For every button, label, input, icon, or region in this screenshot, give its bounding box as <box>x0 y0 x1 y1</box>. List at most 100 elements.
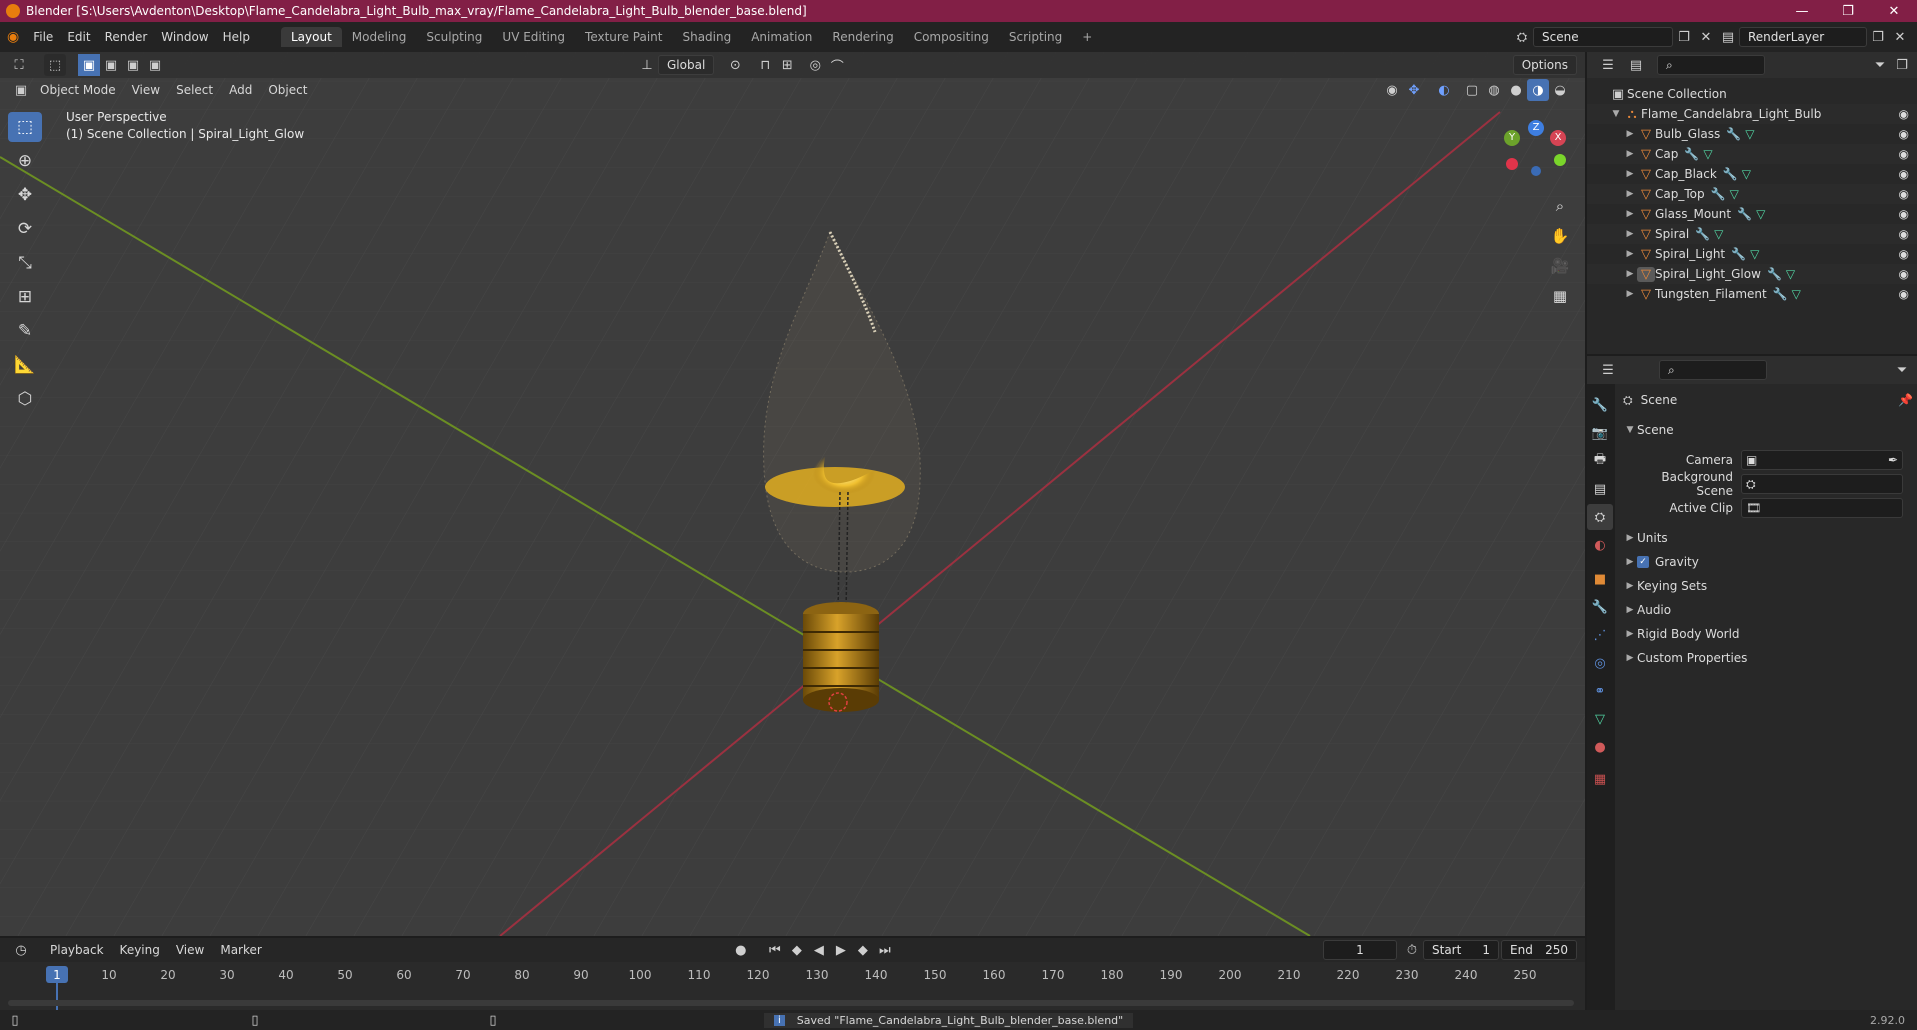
gizmo-x-axis[interactable]: X <box>1550 130 1566 146</box>
expand-collapse-icon[interactable]: ▼ <box>1609 109 1623 119</box>
zoom-icon[interactable]: ⌕ <box>1546 192 1574 220</box>
menu-render[interactable]: Render <box>98 30 155 44</box>
new-view-layer-icon[interactable]: ❐ <box>1867 26 1889 48</box>
rigid-body-world-panel[interactable]: ▶ Rigid Body World <box>1623 622 1913 646</box>
modifier-icon[interactable]: 🔧 <box>1726 127 1741 141</box>
maximize-button[interactable]: ❐ <box>1825 4 1871 19</box>
object-mode-dropdown[interactable]: Object Mode <box>32 81 124 99</box>
outliner-scene-collection[interactable]: ▣ Scene Collection <box>1587 84 1917 104</box>
data-tab-icon[interactable]: ▽ <box>1587 706 1613 732</box>
active-clip-field[interactable]: 🎞 <box>1741 498 1903 518</box>
outliner-object-row[interactable]: ▶ ▽ Cap_Top 🔧 ▽ ◉ <box>1587 184 1917 204</box>
jump-end-icon[interactable]: ⏭ <box>874 939 896 961</box>
modifier-icon[interactable]: 🔧 <box>1723 167 1738 181</box>
visibility-icon[interactable]: ◉ <box>1381 79 1403 101</box>
object-tab-icon[interactable]: ■ <box>1587 566 1613 592</box>
panel-expand-icon[interactable]: ▶ <box>1623 629 1637 639</box>
timeline-ruler[interactable]: 1 10 20 30 40 50 60 70 80 90 100 110 120… <box>0 962 1585 1010</box>
output-tab-icon[interactable]: 🖶 <box>1587 448 1613 474</box>
outliner-object-row[interactable]: ▶ ▽ Bulb_Glass 🔧 ▽ ◉ <box>1587 124 1917 144</box>
select-tool-icon[interactable]: ⬚ <box>8 112 42 142</box>
minimize-button[interactable]: — <box>1779 4 1825 19</box>
modifier-icon[interactable]: 🔧 <box>1711 187 1726 201</box>
mode-invert-icon[interactable]: ▣ <box>144 54 166 76</box>
mesh-data-icon[interactable]: ▽ <box>1750 247 1759 261</box>
mesh-data-icon[interactable]: ▽ <box>1730 187 1739 201</box>
cursor-tool-icon[interactable]: ⊕ <box>8 146 42 176</box>
pan-hand-icon[interactable]: ✋ <box>1546 222 1574 250</box>
modifier-tab-icon[interactable]: 🔧 <box>1587 594 1613 620</box>
mesh-data-icon[interactable]: ▽ <box>1703 147 1712 161</box>
mesh-data-icon[interactable]: ▽ <box>1742 167 1751 181</box>
outliner-object-row[interactable]: ▶ ▽ Spiral 🔧 ▽ ◉ <box>1587 224 1917 244</box>
properties-editor-type-icon[interactable]: ☰ <box>1597 359 1619 381</box>
expand-icon[interactable]: ▶ <box>1623 289 1637 299</box>
transform-orientation-dropdown[interactable]: Global <box>658 55 715 75</box>
shading-solid-icon[interactable]: ● <box>1505 79 1527 101</box>
menu-select[interactable]: Select <box>168 81 221 99</box>
blender-menu-icon[interactable]: ◉ <box>0 29 26 45</box>
measure-tool-icon[interactable]: 📐 <box>8 350 42 380</box>
delete-view-layer-icon[interactable]: ✕ <box>1889 26 1911 48</box>
scale-tool-icon[interactable]: ⤡ <box>8 248 42 278</box>
gizmo-neg-z[interactable] <box>1531 166 1541 176</box>
3d-viewport[interactable]: ⛶ ⬚ ▣ ▣ ▣ ▣ ⊥ Global ⊙ ⊓ ⊞ ◎ ⌒ Options ▣… <box>0 52 1585 936</box>
eye-icon[interactable]: ◉ <box>1899 287 1909 301</box>
jump-start-icon[interactable]: ⏮ <box>764 939 786 961</box>
timeline-scrollbar[interactable] <box>8 1000 1574 1006</box>
physics-tab-icon[interactable]: ◎ <box>1587 650 1613 676</box>
timeline-editor-type-icon[interactable]: ◷ <box>10 939 32 961</box>
workspace-tab-texture-paint[interactable]: Texture Paint <box>575 27 672 47</box>
expand-icon[interactable]: ▶ <box>1623 209 1637 219</box>
modifier-icon[interactable]: 🔧 <box>1773 287 1788 301</box>
mesh-data-icon[interactable]: ▽ <box>1786 267 1795 281</box>
scene-panel-header[interactable]: ▼ Scene <box>1623 418 1913 442</box>
gizmo-toggle-icon[interactable]: ✥ <box>1403 79 1425 101</box>
shading-rendered-icon[interactable]: ◒ <box>1549 79 1571 101</box>
play-reverse-icon[interactable]: ◀ <box>808 939 830 961</box>
material-tab-icon[interactable]: ● <box>1587 734 1613 760</box>
display-mode-icon[interactable]: ▤ <box>1625 54 1647 76</box>
gizmo-z-axis[interactable]: Z <box>1528 120 1544 136</box>
eye-icon[interactable]: ◉ <box>1899 107 1909 121</box>
expand-icon[interactable]: ▶ <box>1623 189 1637 199</box>
prev-keyframe-icon[interactable]: ◆ <box>786 939 808 961</box>
next-keyframe-icon[interactable]: ◆ <box>852 939 874 961</box>
render-tab-icon[interactable]: 📷 <box>1587 420 1613 446</box>
eye-icon[interactable]: ◉ <box>1899 227 1909 241</box>
outliner-object-row[interactable]: ▶ ▽ Cap 🔧 ▽ ◉ <box>1587 144 1917 164</box>
eye-icon[interactable]: ◉ <box>1899 267 1909 281</box>
modifier-icon[interactable]: 🔧 <box>1737 207 1752 221</box>
menu-add[interactable]: Add <box>221 81 260 99</box>
mesh-data-icon[interactable]: ▽ <box>1792 287 1801 301</box>
modifier-icon[interactable]: 🔧 <box>1684 147 1699 161</box>
properties-search-input[interactable]: ⌕ <box>1659 360 1767 380</box>
gizmo-neg-y[interactable] <box>1554 154 1566 166</box>
pivot-point-icon[interactable]: ⊙ <box>724 54 746 76</box>
menu-object[interactable]: Object <box>260 81 315 99</box>
workspace-tab-modeling[interactable]: Modeling <box>342 27 417 47</box>
outliner-object-row[interactable]: ▶ ▽ Tungsten_Filament 🔧 ▽ ◉ <box>1587 284 1917 304</box>
mesh-data-icon[interactable]: ▽ <box>1745 127 1754 141</box>
expand-icon[interactable]: ▶ <box>1623 229 1637 239</box>
mesh-data-icon[interactable]: ▽ <box>1756 207 1765 221</box>
workspace-tab-uv-editing[interactable]: UV Editing <box>492 27 575 47</box>
menu-playback[interactable]: Playback <box>42 941 112 959</box>
new-collection-icon[interactable]: ❐ <box>1891 54 1913 76</box>
view-layer-icon[interactable]: ▤ <box>1717 26 1739 48</box>
mode-new-icon[interactable]: ▣ <box>78 54 100 76</box>
end-frame-field[interactable]: End 250 <box>1501 940 1577 960</box>
navigation-gizmo[interactable]: Z Y X <box>1500 116 1570 186</box>
eyedropper-icon[interactable]: ✒ <box>1888 453 1898 467</box>
panel-expand-icon[interactable]: ▶ <box>1623 533 1637 543</box>
menu-help[interactable]: Help <box>216 30 257 44</box>
gizmo-neg-x[interactable] <box>1506 158 1518 170</box>
editor-type-icon[interactable]: ⛶ <box>8 54 30 76</box>
world-tab-icon[interactable]: ◐ <box>1587 532 1613 558</box>
delete-scene-icon[interactable]: ✕ <box>1695 26 1717 48</box>
expand-icon[interactable]: ▶ <box>1623 169 1637 179</box>
tool-tab-icon[interactable]: 🔧 <box>1587 392 1613 418</box>
close-button[interactable]: ✕ <box>1871 4 1917 19</box>
camera-field[interactable]: ▣ ✒ <box>1741 450 1903 470</box>
workspace-tab-compositing[interactable]: Compositing <box>904 27 999 47</box>
